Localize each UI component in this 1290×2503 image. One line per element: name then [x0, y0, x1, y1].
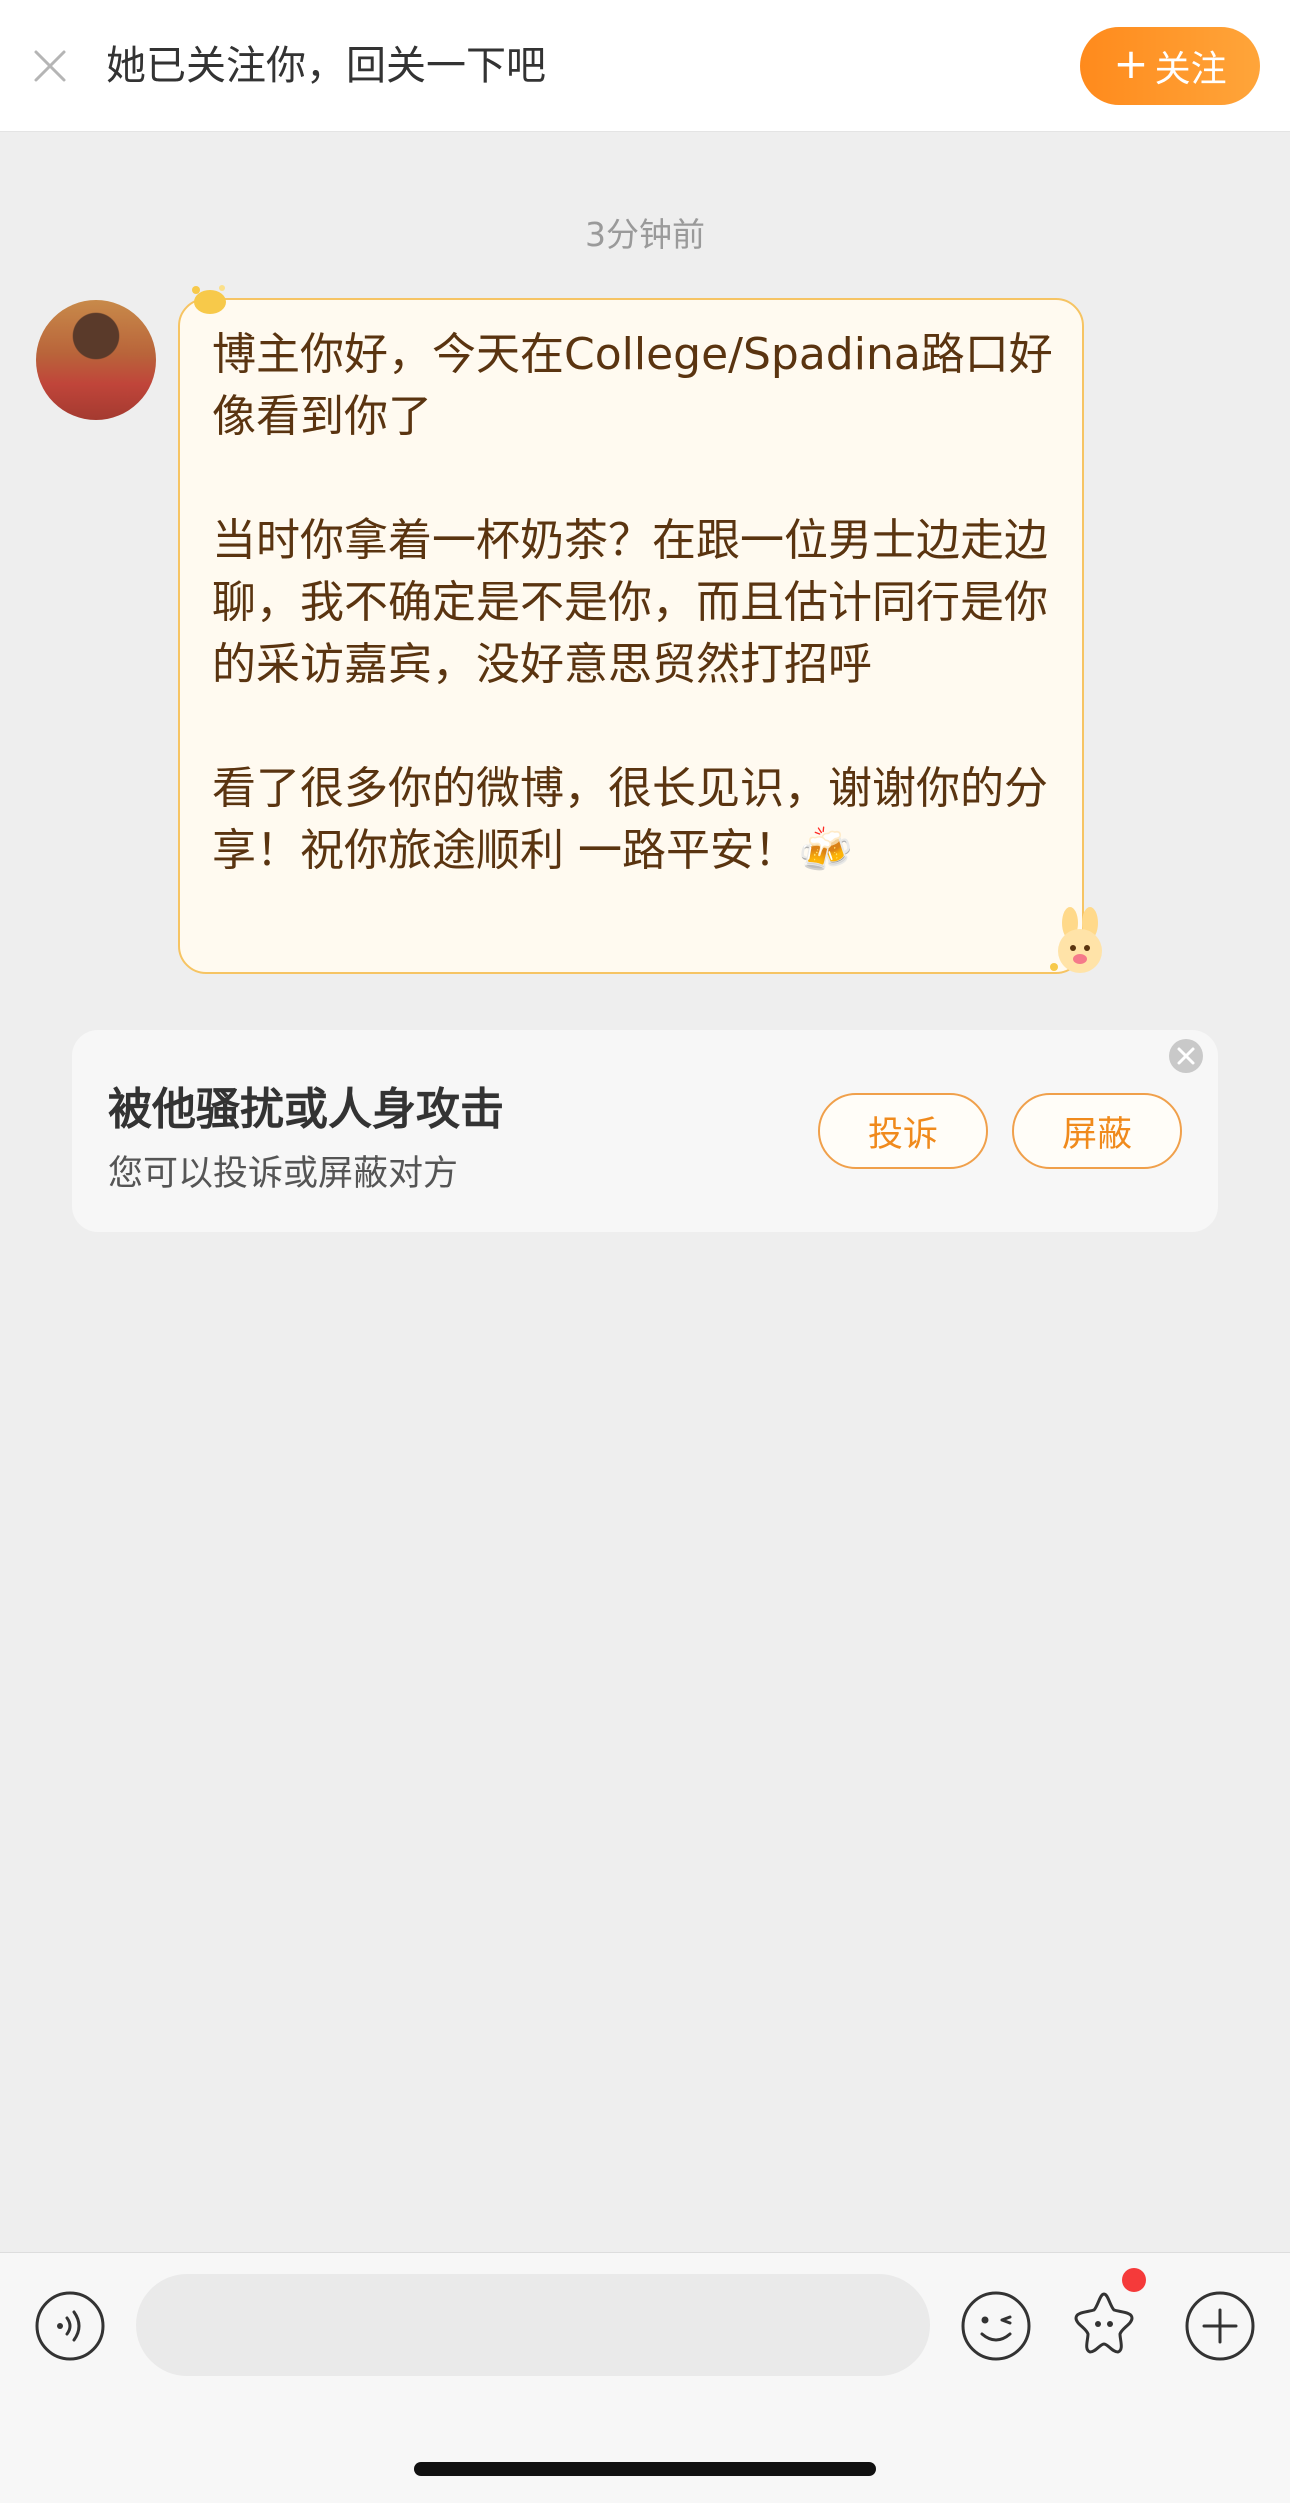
voice-icon[interactable]	[34, 2290, 106, 2362]
star-icon[interactable]	[1068, 2286, 1140, 2358]
follow-back-button[interactable]: + 关注	[1080, 27, 1260, 105]
sender-avatar[interactable]	[36, 300, 156, 420]
follow-label: 关注	[1154, 49, 1227, 90]
close-icon[interactable]	[32, 48, 68, 84]
follow-prompt-text: 她已关注你，回关一下吧	[106, 43, 546, 89]
report-button[interactable]: 投诉	[818, 1093, 988, 1169]
chat-page: 她已关注你，回关一下吧 + 关注 3分钟前 博主你好，今天在College/Sp…	[0, 0, 1290, 2503]
bunny-sticker-icon	[1050, 907, 1102, 973]
home-indicator	[414, 2462, 876, 2476]
dismiss-card-icon[interactable]	[1168, 1038, 1204, 1074]
notification-dot	[1122, 2268, 1146, 2292]
message-bubble[interactable]: 博主你好，今天在College/Spadina路口好像看到你了 当时你拿着一杯奶…	[178, 298, 1084, 974]
bubble-decoration-icon	[192, 285, 226, 314]
plus-icon: +	[1113, 39, 1149, 88]
emoji-icon[interactable]	[960, 2290, 1032, 2362]
message-input[interactable]	[136, 2274, 930, 2376]
plus-icon[interactable]	[1184, 2290, 1256, 2362]
message-timestamp: 3分钟前	[585, 215, 705, 254]
harassment-title: 被他骚扰或人身攻击	[108, 1084, 504, 1135]
block-button[interactable]: 屏蔽	[1012, 1093, 1182, 1169]
harassment-subtitle: 您可以投诉或屏蔽对方	[108, 1154, 459, 1194]
message-text: 博主你好，今天在College/Spadina路口好像看到你了 当时你拿着一杯奶…	[212, 329, 1053, 876]
follow-banner: 她已关注你，回关一下吧 + 关注	[0, 0, 1290, 132]
